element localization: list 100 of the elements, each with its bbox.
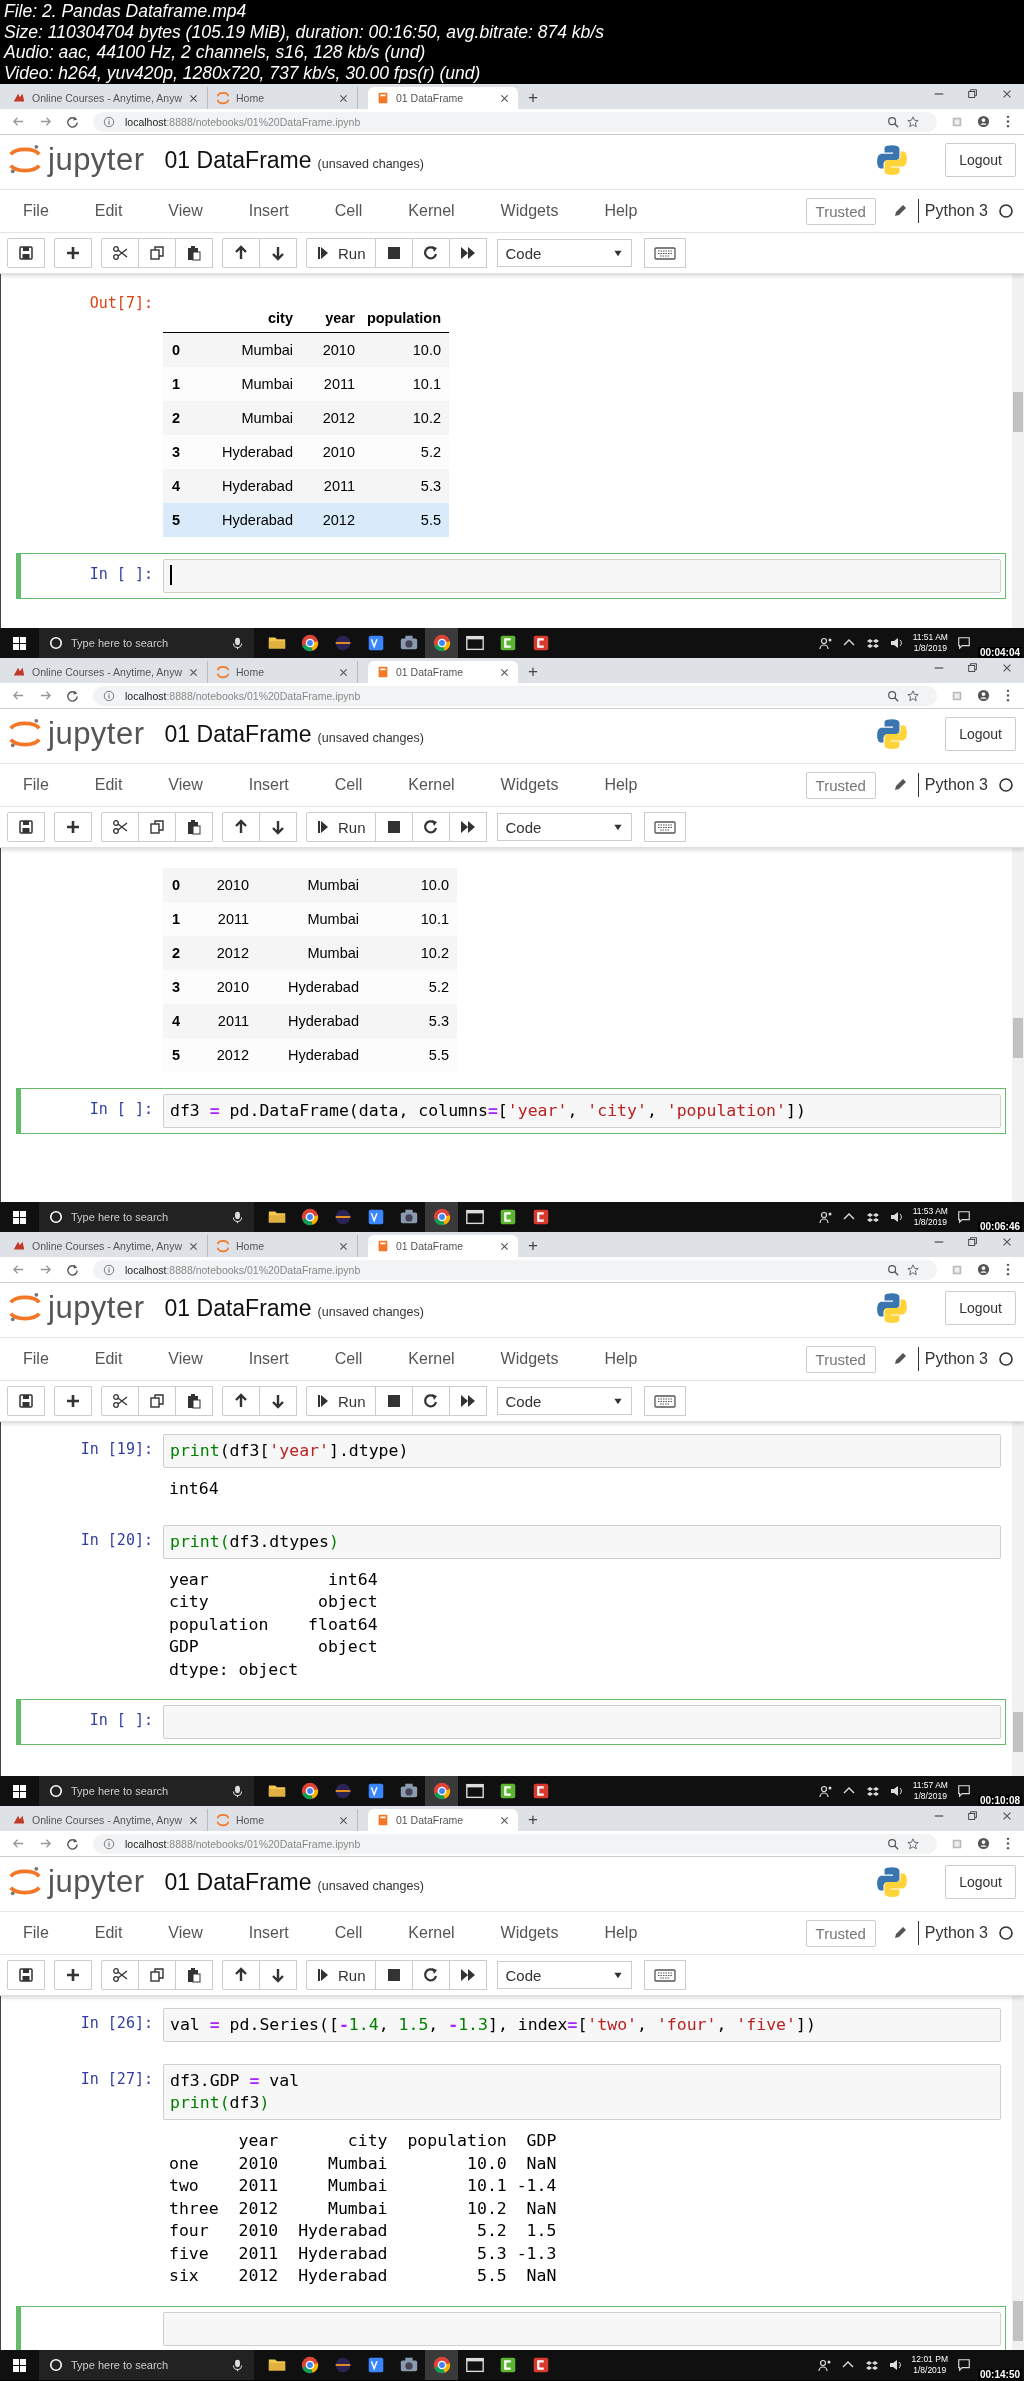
browser-tab[interactable]: Online Courses - Anytime, Anyw	[4, 87, 208, 109]
menu-item[interactable]: Cell	[324, 202, 380, 220]
microphone-icon[interactable]	[231, 635, 244, 651]
insert-cell-button[interactable]	[54, 238, 92, 268]
clock-date[interactable]: 1/8/2019	[913, 643, 947, 654]
back-icon[interactable]	[12, 115, 25, 128]
close-icon[interactable]	[1001, 662, 1013, 674]
save-button[interactable]	[7, 238, 45, 268]
keyboard-button[interactable]	[643, 812, 686, 842]
zoom-icon[interactable]	[887, 115, 899, 128]
notebook-title[interactable]: 01 DataFrame	[164, 146, 312, 174]
keyboard-button[interactable]	[643, 1960, 686, 1990]
notification-icon[interactable]	[956, 1210, 971, 1224]
scrollbar[interactable]	[1012, 848, 1024, 1202]
menu-item[interactable]: View	[158, 1350, 220, 1368]
save-button[interactable]	[7, 1960, 45, 1990]
clock-date[interactable]: 1/8/2019	[913, 2365, 947, 2376]
star-icon[interactable]	[907, 689, 919, 702]
code-input[interactable]	[163, 1705, 1001, 1739]
move-down-button[interactable]	[259, 812, 297, 842]
menu-item[interactable]: Cell	[324, 1924, 380, 1942]
start-icon[interactable]	[12, 1209, 27, 1225]
star-icon[interactable]	[907, 115, 919, 128]
cell-type-dropdown[interactable]: Code	[496, 1961, 632, 1989]
speaker-icon[interactable]	[889, 636, 904, 650]
notebook-cell[interactable]: In [20]: print(df3.dtypes) year int64 city object population float64 GDP object dtype: object	[16, 1518, 1006, 1689]
notebook-cell[interactable]: In [ ]: df3 = pd.DataFrame(data, columns=['year', 'city', 'population'])	[16, 1088, 1006, 1134]
speaker-icon[interactable]	[889, 1784, 904, 1798]
run-button[interactable]: Run	[306, 812, 376, 842]
menu-item[interactable]: Insert	[238, 202, 306, 220]
run-all-button[interactable]	[448, 1960, 487, 1990]
insert-cell-button[interactable]	[54, 812, 92, 842]
close-icon[interactable]	[338, 92, 349, 104]
code-input[interactable]: print(df3.dtypes)	[163, 1524, 1001, 1559]
menu-item[interactable]: Kernel	[398, 1924, 472, 1942]
zoom-icon[interactable]	[887, 689, 899, 702]
search-field[interactable]: Type here to search	[39, 1776, 254, 1806]
cut-button[interactable]	[101, 238, 139, 268]
menu-item[interactable]: Insert	[238, 776, 306, 794]
info-icon[interactable]	[103, 115, 115, 128]
menu-item[interactable]: File	[13, 1924, 66, 1942]
box-icon[interactable]	[865, 1784, 880, 1798]
stop-button[interactable]	[374, 238, 413, 268]
keyboard-button[interactable]	[643, 1386, 686, 1416]
browser-tab[interactable]: 01 DataFrame	[368, 661, 518, 683]
menu-item[interactable]: Insert	[238, 1350, 306, 1368]
close-icon[interactable]	[499, 1240, 510, 1252]
move-up-button[interactable]	[222, 1960, 260, 1990]
menu-item[interactable]: View	[158, 202, 220, 220]
browser-tab[interactable]: 01 DataFrame	[368, 87, 518, 109]
info-icon[interactable]	[103, 1837, 115, 1850]
clock-time[interactable]: 11:51 AM	[912, 632, 948, 643]
search-field[interactable]: Type here to search	[39, 628, 254, 658]
address-field[interactable]: localhost:8888/notebooks/01%20DataFrame.ipynb	[93, 1833, 937, 1854]
close-icon[interactable]	[338, 1814, 349, 1826]
taskbar-app-button[interactable]	[425, 1202, 458, 1232]
reload-icon[interactable]	[66, 1263, 79, 1276]
start-icon[interactable]	[12, 1783, 27, 1799]
reload-icon[interactable]	[66, 689, 79, 702]
taskbar-app-button[interactable]	[425, 2350, 458, 2380]
menu-item[interactable]: Cell	[324, 776, 380, 794]
code-input[interactable]: val = pd.Series([-1.4, 1.5, -1.3], index=['two', 'four', 'five'])	[163, 2008, 1001, 2042]
box-icon[interactable]	[864, 2358, 879, 2372]
close-icon[interactable]	[188, 1814, 199, 1826]
microphone-icon[interactable]	[231, 1783, 244, 1799]
menu-item[interactable]: Edit	[84, 1350, 140, 1368]
forward-icon[interactable]	[39, 1837, 52, 1850]
move-up-button[interactable]	[222, 812, 260, 842]
close-icon[interactable]	[1001, 88, 1013, 100]
notebook-title[interactable]: 01 DataFrame	[164, 1294, 312, 1322]
menu-item[interactable]: Edit	[84, 776, 140, 794]
scrollbar[interactable]	[1012, 1422, 1024, 1776]
move-up-button[interactable]	[222, 238, 260, 268]
move-down-button[interactable]	[259, 1960, 297, 1990]
info-icon[interactable]	[103, 689, 115, 702]
menu-item[interactable]: File	[13, 202, 66, 220]
notebook-cell[interactable]: In [19]: print(df3['year'].dtype) int64	[16, 1428, 1006, 1509]
taskbar-app-button[interactable]	[425, 1776, 458, 1806]
browser-tab[interactable]: Online Courses - Anytime, Anyw	[4, 1809, 208, 1831]
close-icon[interactable]	[338, 666, 349, 678]
menu-item[interactable]: Cell	[324, 1350, 380, 1368]
menu-icon[interactable]	[1004, 1837, 1012, 1850]
logout-button[interactable]: Logout	[945, 143, 1016, 177]
browser-tab[interactable]: Online Courses - Anytime, Anyw	[4, 661, 208, 683]
notification-icon[interactable]	[956, 2358, 971, 2372]
code-input[interactable]	[163, 2311, 1001, 2346]
close-icon[interactable]	[499, 1814, 510, 1826]
menu-item[interactable]: Kernel	[398, 1350, 472, 1368]
start-icon[interactable]	[12, 635, 27, 651]
browser-tab[interactable]: Home	[208, 87, 358, 109]
restart-button[interactable]	[411, 812, 450, 842]
code-input[interactable]: print(df3['year'].dtype)	[163, 1434, 1001, 1468]
zoom-icon[interactable]	[887, 1837, 899, 1850]
speaker-icon[interactable]	[888, 2358, 903, 2372]
notebook-title[interactable]: 01 DataFrame	[164, 720, 312, 748]
copy-button[interactable]	[138, 238, 176, 268]
box-icon[interactable]	[865, 1210, 880, 1224]
stop-button[interactable]	[374, 1386, 413, 1416]
paste-button[interactable]	[175, 812, 213, 842]
browser-tab[interactable]: Home	[208, 1809, 358, 1831]
